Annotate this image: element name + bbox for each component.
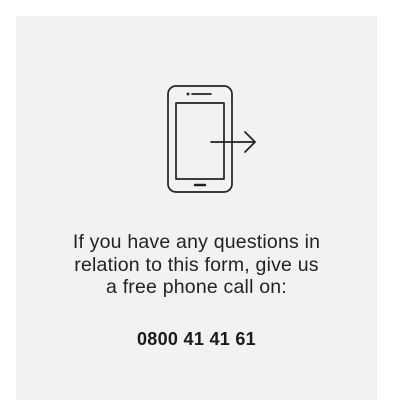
help-message-line: If you have any questions in	[72, 231, 321, 253]
phone-number-link[interactable]: 0800 41 41 61	[16, 329, 377, 350]
help-message-line: relation to this form, give us	[74, 253, 319, 276]
help-message-line: a free phone call on:	[106, 276, 287, 298]
help-message: If you have any questions in relation to…	[16, 231, 377, 299]
phone-call-icon	[167, 85, 256, 193]
